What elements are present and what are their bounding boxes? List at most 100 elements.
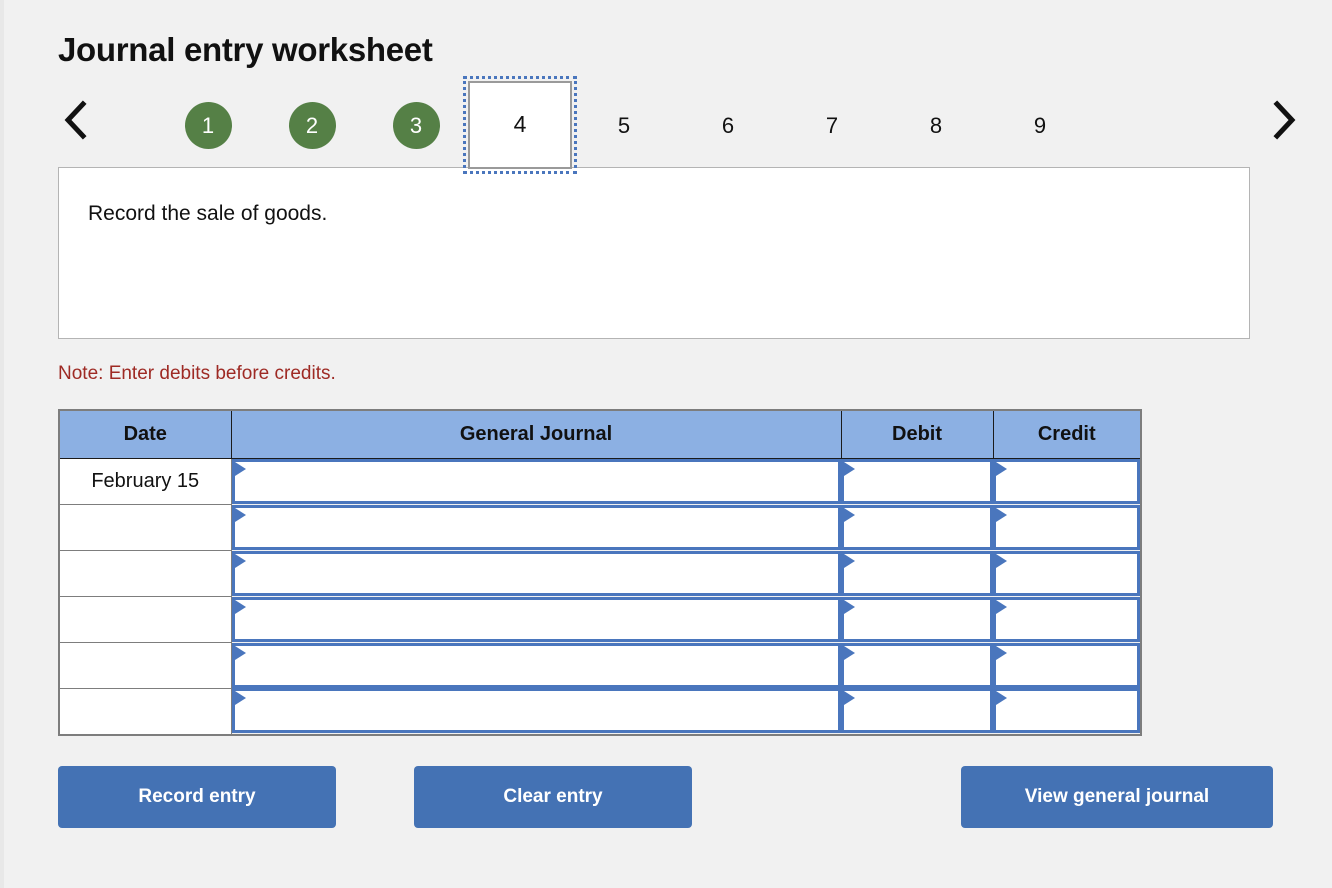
step-item-9[interactable]: 9 bbox=[988, 82, 1092, 170]
step-list: 1 2 3 4 5 6 7 8 9 bbox=[156, 75, 1092, 174]
debits-credits-note: Note: Enter debits before credits. bbox=[58, 362, 336, 384]
page-title: Journal entry worksheet bbox=[58, 31, 433, 68]
step-badge-4: 4 bbox=[463, 75, 577, 174]
column-header-general-journal: General Journal bbox=[230, 409, 842, 459]
general-journal-input[interactable] bbox=[231, 688, 841, 734]
previous-step-button[interactable] bbox=[58, 98, 92, 142]
step-item-7[interactable]: 7 bbox=[780, 82, 884, 170]
record-entry-button[interactable]: Record entry bbox=[58, 765, 336, 828]
credit-input[interactable] bbox=[993, 596, 1140, 642]
table-row bbox=[58, 549, 1141, 597]
general-journal-cell bbox=[231, 458, 841, 505]
dropdown-marker-icon bbox=[996, 553, 1007, 568]
step-badge-1: 1 bbox=[184, 102, 232, 150]
dropdown-marker-icon bbox=[844, 461, 855, 476]
debit-cell bbox=[841, 550, 993, 597]
debit-input[interactable] bbox=[841, 642, 993, 688]
general-journal-input[interactable] bbox=[231, 642, 841, 688]
date-cell bbox=[58, 503, 232, 551]
general-journal-input[interactable] bbox=[231, 504, 841, 550]
step-item-6[interactable]: 6 bbox=[676, 82, 780, 170]
debit-cell bbox=[841, 688, 993, 735]
credit-input[interactable] bbox=[993, 458, 1140, 504]
step-item-8[interactable]: 8 bbox=[884, 82, 988, 170]
view-general-journal-button[interactable]: View general journal bbox=[961, 765, 1273, 828]
credit-input[interactable] bbox=[993, 642, 1140, 688]
page-left-edge bbox=[0, 0, 4, 888]
column-header-debit: Debit bbox=[840, 409, 994, 459]
debit-input[interactable] bbox=[841, 688, 993, 734]
step-item-3[interactable]: 3 bbox=[364, 82, 468, 170]
date-cell bbox=[58, 595, 232, 643]
dropdown-marker-icon bbox=[844, 645, 855, 660]
clear-entry-button[interactable]: Clear entry bbox=[414, 765, 692, 828]
credit-input[interactable] bbox=[993, 688, 1140, 734]
dropdown-marker-icon bbox=[234, 645, 246, 660]
credit-cell bbox=[993, 504, 1141, 551]
step-item-5[interactable]: 5 bbox=[572, 82, 676, 170]
debit-input[interactable] bbox=[841, 596, 993, 642]
date-cell: February 15 bbox=[58, 457, 232, 505]
column-header-date: Date bbox=[58, 409, 232, 459]
debit-input[interactable] bbox=[841, 504, 993, 550]
next-step-button[interactable] bbox=[1266, 98, 1300, 142]
dropdown-marker-icon bbox=[996, 507, 1007, 522]
dropdown-marker-icon bbox=[996, 691, 1007, 706]
credit-input[interactable] bbox=[993, 504, 1140, 550]
credit-input[interactable] bbox=[993, 550, 1140, 596]
table-header-row: Date General Journal Debit Credit bbox=[58, 409, 1142, 459]
credit-cell bbox=[993, 596, 1141, 643]
table-row: February 15 bbox=[58, 457, 1141, 505]
step-item-4-active[interactable]: 4 bbox=[463, 75, 577, 174]
dropdown-marker-icon bbox=[844, 507, 855, 522]
dropdown-marker-icon bbox=[234, 553, 246, 568]
debit-cell bbox=[841, 504, 993, 551]
date-cell bbox=[58, 549, 232, 597]
general-journal-input[interactable] bbox=[231, 550, 841, 596]
dropdown-marker-icon bbox=[996, 599, 1007, 614]
transaction-prompt-box: Record the sale of goods. bbox=[58, 166, 1250, 339]
credit-cell bbox=[993, 458, 1141, 505]
general-journal-cell bbox=[231, 596, 841, 643]
transaction-prompt-text: Record the sale of goods. bbox=[88, 201, 328, 225]
dropdown-marker-icon bbox=[844, 691, 855, 706]
general-journal-input[interactable] bbox=[231, 458, 841, 504]
table-row bbox=[58, 595, 1141, 643]
debit-cell bbox=[841, 642, 993, 689]
credit-cell bbox=[993, 688, 1141, 735]
chevron-left-icon bbox=[62, 100, 88, 140]
dropdown-marker-icon bbox=[234, 691, 246, 706]
dropdown-marker-icon bbox=[996, 645, 1007, 660]
dropdown-marker-icon bbox=[234, 507, 246, 522]
dropdown-marker-icon bbox=[234, 599, 246, 614]
credit-cell bbox=[993, 550, 1141, 597]
debit-input[interactable] bbox=[841, 458, 993, 504]
dropdown-marker-icon bbox=[996, 461, 1007, 476]
step-navigation: 1 2 3 4 5 6 7 8 9 bbox=[58, 75, 1296, 174]
table-row bbox=[58, 687, 1141, 736]
worksheet-container: Journal entry worksheet 1 2 3 4 5 6 7 8 … bbox=[58, 0, 1296, 828]
credit-cell bbox=[993, 642, 1141, 689]
step-badge-2: 2 bbox=[288, 102, 336, 150]
date-cell bbox=[58, 687, 232, 736]
general-journal-cell bbox=[231, 688, 841, 735]
date-cell bbox=[58, 641, 232, 689]
column-header-credit: Credit bbox=[992, 409, 1142, 459]
action-button-row: Record entry Clear entry View general jo… bbox=[58, 765, 1288, 828]
general-journal-cell bbox=[231, 642, 841, 689]
general-journal-input[interactable] bbox=[231, 596, 841, 642]
table-row bbox=[58, 503, 1141, 551]
dropdown-marker-icon bbox=[844, 599, 855, 614]
step-badge-3: 3 bbox=[392, 102, 440, 150]
table-row bbox=[58, 641, 1141, 689]
dropdown-marker-icon bbox=[844, 553, 855, 568]
general-journal-cell bbox=[231, 550, 841, 597]
step-item-2[interactable]: 2 bbox=[260, 82, 364, 170]
chevron-right-icon bbox=[1270, 100, 1296, 140]
debit-input[interactable] bbox=[841, 550, 993, 596]
dropdown-marker-icon bbox=[234, 461, 246, 476]
debit-cell bbox=[841, 596, 993, 643]
general-journal-cell bbox=[231, 504, 841, 551]
step-item-1[interactable]: 1 bbox=[156, 82, 260, 170]
journal-entry-table: Date General Journal Debit Credit Februa… bbox=[58, 408, 1142, 736]
